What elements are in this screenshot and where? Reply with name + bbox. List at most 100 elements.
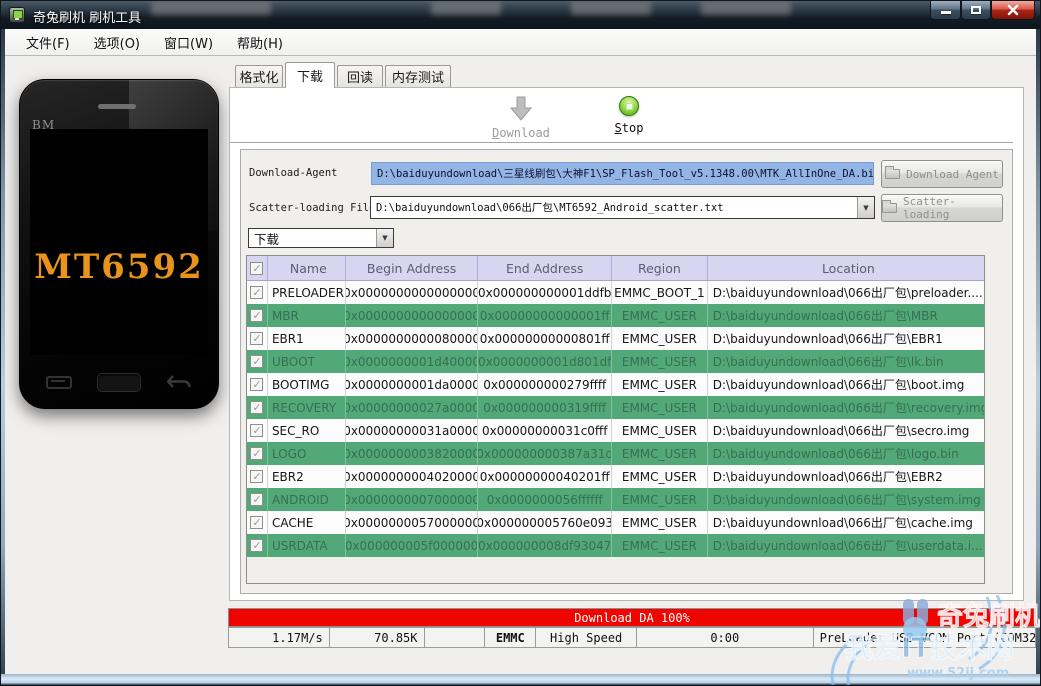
row-checkbox[interactable]: ✓ [250,309,264,322]
row-checkbox[interactable]: ✓ [250,424,264,437]
row-checkbox-cell: ✓ [247,373,268,396]
header-end-address[interactable]: End Address [478,256,613,280]
tab-readback[interactable]: 回读 [337,65,383,87]
chevron-down-icon: ▼ [863,203,869,212]
scatter-button-label: Scatter-loading [902,195,956,221]
title-bar[interactable]: 奇兔刷机 刷机工具 [1,1,1040,29]
chevron-down-icon[interactable]: ▼ [376,229,393,247]
progress-label: Download DA 100% [574,610,690,625]
header-region[interactable]: Region [612,256,708,280]
cell-begin-address: 0x0000000007000000 [346,488,479,511]
maximize-button[interactable] [961,1,991,20]
row-checkbox[interactable]: ✓ [250,539,264,552]
table-row[interactable]: ✓ UBOOT 0x0000000001d40000 0x0000000001d801… [247,350,984,373]
cell-name: MBR [268,304,346,327]
minimize-button[interactable] [930,1,961,20]
window-border-left [1,29,5,676]
check-icon: ✓ [252,261,262,275]
mode-select[interactable]: 下载 ▼ [248,228,394,248]
partition-table-body: ✓ PRELOADER 0x0000000000000000 0x0000000000… [247,281,984,557]
table-row[interactable]: ✓ ANDROID 0x0000000007000000 0x0000000056ff… [247,488,984,511]
header-begin-address[interactable]: Begin Address [346,256,479,280]
cell-begin-address: 0x00000000027a0000 [346,396,479,419]
cell-region: EMMC_USER [612,350,708,373]
table-row[interactable]: ✓ LOGO 0x0000000003820000 0x000000000387a31… [247,442,984,465]
phone-nav-keys [20,368,218,396]
cell-begin-address: 0x0000000000080000 [346,327,479,350]
cell-location: D:\baiduyundownload\066出厂包\recovery.img [712,401,984,415]
select-all-checkbox[interactable]: ✓ [250,261,264,275]
phone-speaker [98,104,136,109]
scatter-dropdown-button[interactable]: ▼ [857,197,874,218]
table-row[interactable]: ✓ PRELOADER 0x0000000000000000 0x0000000000… [247,281,984,304]
cell-region: EMMC_USER [612,396,708,419]
menu-window[interactable]: 窗口(W) [154,29,223,56]
row-checkbox[interactable]: ✓ [250,470,264,483]
download-action-button[interactable]: Download [481,96,561,140]
row-checkbox[interactable]: ✓ [250,447,264,460]
table-row[interactable]: ✓ RECOVERY 0x00000000027a0000 0x00000000031… [247,396,984,419]
status-storage-type: EMMC [485,628,537,647]
dropdown-arrow-glyph: ▼ [382,234,388,242]
cell-name: SEC_RO [268,419,346,442]
download-agent-field[interactable]: D:\baiduyundownload\三星线刷包\大神F1\SP_Flash_… [371,162,874,185]
row-checkbox[interactable]: ✓ [250,516,264,529]
cell-name: CACHE [268,511,346,534]
menu-file[interactable]: 文件(F) [16,29,80,56]
row-checkbox-cell: ✓ [247,465,268,488]
tab-download[interactable]: 下载 [285,62,335,88]
menu-options[interactable]: 选项(O) [84,29,150,56]
table-row[interactable]: ✓ CACHE 0x0000000057000000 0x000000005760e0… [247,511,984,534]
cell-end-address: 0x00000000031c0fff [478,419,613,442]
table-row[interactable]: ✓ MBR 0x0000000000000000 0x00000000000001ff… [247,304,984,327]
phone-menu-icon [46,375,72,389]
mode-select-value: 下载 [254,231,280,247]
status-bar: 1.17M/s 70.85K EMMC High Speed 0:00 PreLoader… [228,627,1036,648]
row-checkbox[interactable]: ✓ [250,355,264,368]
cell-end-address: 0x0000000056ffffff [478,488,613,511]
cell-name: USRDATA [268,534,346,557]
titlebar-reflection [571,1,651,15]
cell-end-address: 0x000000000001ddfb [478,281,613,304]
cell-name: ANDROID [268,488,346,511]
stop-action-button[interactable]: Stop [598,96,660,135]
download-arrow-icon [510,96,532,121]
cell-location: D:\baiduyundownload\066出厂包\logo.bin [712,447,959,461]
app-icon [9,7,25,23]
row-checkbox-cell: ✓ [247,442,268,465]
close-button[interactable] [991,1,1035,20]
window-border-bottom [1,674,1040,685]
cell-region: EMMC_USER [612,488,708,511]
cell-begin-address: 0x00000000031a0000 [346,419,479,442]
header-location[interactable]: Location [708,256,984,280]
phone-preview: BM MT6592 [19,79,219,409]
scatter-loading-button[interactable]: Scatter-loading [881,194,1003,222]
tab-memory-test[interactable]: 内存测试 [385,65,451,87]
table-row[interactable]: ✓ USRDATA 0x000000005f000000 0x000000008df9… [247,534,984,557]
row-checkbox[interactable]: ✓ [250,332,264,345]
folder-icon [882,200,897,213]
maximize-icon [971,6,981,14]
row-checkbox[interactable]: ✓ [250,401,264,414]
header-checkbox-cell[interactable]: ✓ [247,256,268,280]
scatter-file-combobox[interactable]: D:\baiduyundownload\066出厂包\MT6592_Androi… [370,196,875,219]
table-row[interactable]: ✓ EBR2 0x0000000004020000 0x00000000040201f… [247,465,984,488]
row-checkbox[interactable]: ✓ [250,378,264,391]
table-row[interactable]: ✓ SEC_RO 0x00000000031a0000 0x00000000031c0… [247,419,984,442]
download-action-label: Download [492,126,550,140]
cell-region: EMMC_USER [612,373,708,396]
tab-format[interactable]: 格式化 [235,65,283,87]
cell-name: EBR1 [268,327,346,350]
table-row[interactable]: ✓ EBR1 0x0000000000080000 0x00000000000801f… [247,327,984,350]
cell-begin-address: 0x0000000003820000 [346,442,479,465]
menu-help[interactable]: 帮助(H) [227,29,293,56]
progress-bar: Download DA 100% [228,608,1036,627]
titlebar-reflection [431,1,501,15]
table-row[interactable]: ✓ BOOTIMG 0x0000000001da0000 0x000000000279… [247,373,984,396]
phone-home-button [97,372,141,392]
cell-location: D:\baiduyundownload\066出厂包\EBR2 [712,470,943,484]
row-checkbox[interactable]: ✓ [250,286,264,299]
row-checkbox[interactable]: ✓ [250,493,264,506]
download-agent-button[interactable]: Download Agent [881,160,1003,188]
header-name[interactable]: Name [268,256,346,280]
